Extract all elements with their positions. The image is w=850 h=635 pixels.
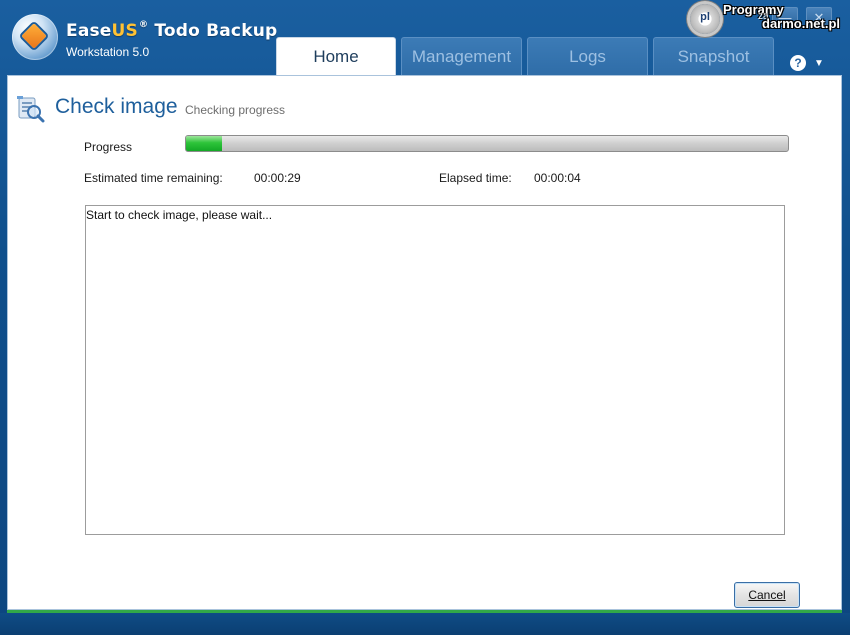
watermark-badge-text: pl <box>700 11 710 23</box>
page-subtitle: Checking progress <box>185 103 286 117</box>
brand-name-part-a: Ease <box>66 21 112 41</box>
tab-home-label: Home <box>313 47 359 66</box>
tab-snapshot[interactable]: Snapshot <box>653 37 774 75</box>
tab-logs-label: Logs <box>569 46 606 66</box>
brand-name-rest: Todo Backup <box>148 21 278 41</box>
watermark-line-1: Programy <box>723 2 784 17</box>
tab-home[interactable]: Home <box>276 37 396 76</box>
progress-label: Progress <box>84 140 133 154</box>
tab-logs[interactable]: Logs <box>527 37 648 75</box>
app-window: EaseUS® Todo Backup Workstation 5.0 Home… <box>0 0 850 635</box>
app-logo <box>12 14 58 60</box>
help-dropdown-icon[interactable]: ▼ <box>814 58 824 69</box>
help-icon[interactable]: ? <box>790 55 806 71</box>
elapsed-time-value: 00:00:04 <box>534 171 581 185</box>
tab-management[interactable]: Management <box>401 37 522 75</box>
app-brand: EaseUS® Todo Backup <box>66 20 277 41</box>
watermark-line-3: darmo.net.pl <box>762 16 841 31</box>
elapsed-time-label: Elapsed time: <box>439 171 512 185</box>
tab-management-label: Management <box>411 46 512 66</box>
cancel-button[interactable]: Cancel <box>734 582 800 608</box>
progress-bar-fill <box>186 136 223 151</box>
progress-bar <box>185 135 789 152</box>
estimated-time-value: 00:00:29 <box>254 171 301 185</box>
watermark-gear-icon: pl <box>690 4 720 34</box>
easeus-logo-icon <box>12 14 58 60</box>
content-panel: Check image Checking progress Progress E… <box>7 75 842 610</box>
registered-mark: ® <box>139 20 149 30</box>
app-edition: Workstation 5.0 <box>66 45 150 59</box>
tab-snapshot-label: Snapshot <box>677 46 750 66</box>
log-line: Start to check image, please wait... <box>86 208 273 222</box>
bottom-frame <box>0 613 850 635</box>
watermark: pl Programy za darmo.net.pl <box>690 2 848 34</box>
page-title: Check image <box>55 95 178 118</box>
cancel-button-label: Cancel <box>748 588 786 602</box>
estimated-time-label: Estimated time remaining: <box>84 171 223 185</box>
brand-name-part-b: US <box>111 21 138 41</box>
check-image-icon <box>17 96 45 123</box>
log-output[interactable]: Start to check image, please wait... <box>85 205 785 535</box>
